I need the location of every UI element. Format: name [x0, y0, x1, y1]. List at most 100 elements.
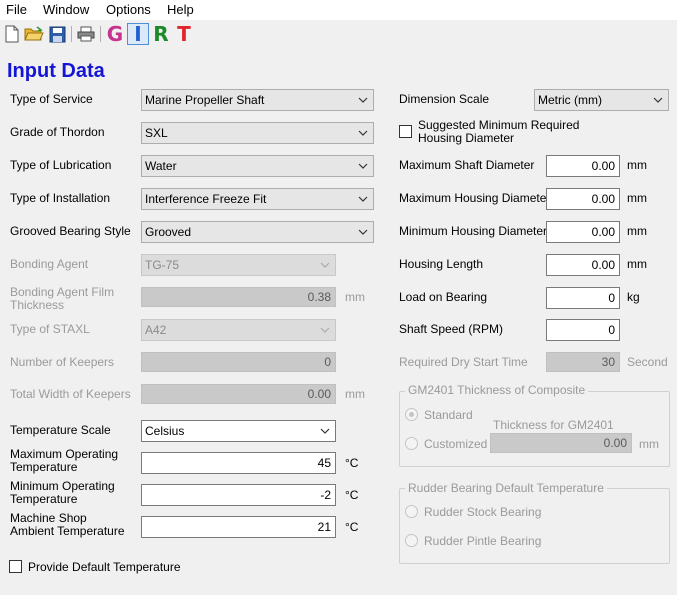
open-folder-icon[interactable]: [23, 23, 45, 45]
rudder-group-title: Rudder Bearing Default Temperature: [405, 482, 607, 495]
chevron-down-icon: [358, 163, 368, 169]
housing-length-label: Housing Length: [399, 257, 484, 271]
type-of-staxl-select: A42: [141, 319, 336, 341]
grade-of-thordon-value: SXL: [145, 126, 168, 140]
bonding-film-label-line2: Thickness: [10, 298, 65, 312]
temperature-scale-value: Celsius: [145, 424, 185, 438]
temperature-scale-label: Temperature Scale: [10, 423, 111, 437]
r-letter: R: [153, 22, 169, 46]
load-on-bearing-input[interactable]: 0: [546, 287, 620, 309]
total-width-keepers-label: Total Width of Keepers: [10, 387, 131, 401]
rudder-stock-label: Rudder Stock Bearing: [424, 505, 542, 519]
chevron-down-icon: [320, 428, 330, 434]
max-operating-temp-input[interactable]: 45: [141, 452, 336, 474]
grade-of-thordon-label: Grade of Thordon: [10, 125, 105, 139]
bonding-film-input: 0.38: [141, 287, 336, 307]
load-on-bearing-unit: kg: [627, 290, 640, 304]
min-housing-diameter-input[interactable]: 0.00: [546, 221, 620, 243]
housing-length-input[interactable]: 0.00: [546, 254, 620, 276]
suggested-min-label-line2: Housing Diameter: [418, 131, 515, 145]
chevron-down-icon: [320, 327, 330, 333]
min-housing-diameter-unit: mm: [627, 224, 647, 238]
min-operating-temp-label-line2: Temperature: [10, 492, 78, 506]
dimension-scale-label: Dimension Scale: [399, 92, 490, 106]
rudder-stock-radio: [405, 505, 418, 518]
min-housing-diameter-label: Minimum Housing Diameter: [399, 224, 548, 238]
type-of-service-value: Marine Propeller Shaft: [145, 93, 265, 107]
grooved-bearing-style-value: Grooved: [145, 225, 192, 239]
temperature-scale-select[interactable]: Celsius: [141, 420, 336, 442]
dimension-scale-value: Metric (mm): [538, 93, 602, 107]
type-of-installation-label: Type of Installation: [10, 191, 111, 205]
i-letter: I: [134, 22, 142, 46]
total-width-keepers-unit: mm: [345, 387, 365, 401]
min-operating-temp-unit: °C: [345, 488, 359, 502]
type-of-staxl-value: A42: [145, 323, 167, 337]
g-tool-icon[interactable]: G: [104, 23, 126, 45]
type-of-lubrication-label: Type of Lubrication: [10, 158, 112, 172]
number-of-keepers-label: Number of Keepers: [10, 355, 115, 369]
new-document-icon[interactable]: [1, 23, 23, 45]
gm2401-thickness-unit: mm: [639, 437, 659, 451]
chevron-down-icon: [358, 229, 368, 235]
i-tool-icon[interactable]: I: [127, 23, 149, 45]
type-of-service-label: Type of Service: [10, 92, 93, 106]
gm2401-customized-radio: [405, 437, 418, 450]
dimension-scale-select[interactable]: Metric (mm): [534, 89, 669, 111]
max-shaft-diameter-input[interactable]: 0.00: [546, 155, 620, 177]
rudder-pintle-radio: [405, 534, 418, 547]
page-title: Input Data: [7, 60, 105, 82]
grade-of-thordon-select[interactable]: SXL: [141, 122, 374, 144]
menu-file[interactable]: File: [6, 2, 27, 17]
chevron-down-icon: [320, 262, 330, 268]
max-operating-temp-unit: °C: [345, 456, 359, 470]
menu-bar: File Window Options Help: [0, 0, 677, 20]
machine-shop-temp-unit: °C: [345, 520, 359, 534]
provide-default-temp-checkbox[interactable]: [9, 560, 22, 573]
max-operating-temp-label-line2: Temperature: [10, 460, 78, 474]
shaft-speed-input[interactable]: 0: [546, 319, 620, 341]
type-of-lubrication-select[interactable]: Water: [141, 155, 374, 177]
chevron-down-icon: [358, 196, 368, 202]
r-tool-icon[interactable]: R: [150, 23, 172, 45]
gm2401-thickness-label: Thickness for GM2401: [493, 418, 614, 432]
total-width-keepers-input: 0.00: [141, 384, 336, 404]
t-tool-icon[interactable]: T: [173, 23, 195, 45]
print-icon[interactable]: [75, 23, 97, 45]
toolbar: G I R T: [0, 20, 677, 48]
grooved-bearing-style-select[interactable]: Grooved: [141, 221, 374, 243]
bonding-film-unit: mm: [345, 290, 365, 304]
bonding-agent-value: TG-75: [145, 258, 180, 272]
min-operating-temp-input[interactable]: -2: [141, 484, 336, 506]
rudder-pintle-label: Rudder Pintle Bearing: [424, 534, 542, 548]
max-housing-diameter-unit: mm: [627, 191, 647, 205]
chevron-down-icon: [358, 130, 368, 136]
gm2401-group-title: GM2401 Thickness of Composite: [405, 384, 589, 397]
load-on-bearing-label: Load on Bearing: [399, 290, 488, 304]
type-of-service-select[interactable]: Marine Propeller Shaft: [141, 89, 374, 111]
max-housing-diameter-input[interactable]: 0.00: [546, 188, 620, 210]
suggested-min-checkbox[interactable]: [399, 125, 412, 138]
dry-start-time-label: Required Dry Start Time: [399, 355, 528, 369]
chevron-down-icon: [653, 97, 663, 103]
toolbar-separator: [71, 26, 72, 42]
max-shaft-diameter-label: Maximum Shaft Diameter: [399, 158, 535, 172]
menu-options[interactable]: Options: [106, 2, 151, 17]
provide-default-temp-label: Provide Default Temperature: [28, 560, 181, 574]
chevron-down-icon: [358, 97, 368, 103]
shaft-speed-label: Shaft Speed (RPM): [399, 322, 504, 336]
type-of-lubrication-value: Water: [145, 159, 177, 173]
gm2401-thickness-input: 0.00: [490, 433, 632, 453]
rudder-group: [399, 488, 670, 564]
gm2401-standard-label: Standard: [424, 408, 473, 422]
menu-help[interactable]: Help: [167, 2, 194, 17]
save-icon[interactable]: [46, 23, 68, 45]
machine-shop-temp-label-line2: Ambient Temperature: [10, 524, 125, 538]
max-shaft-diameter-unit: mm: [627, 158, 647, 172]
menu-window[interactable]: Window: [43, 2, 89, 17]
grooved-bearing-style-label: Grooved Bearing Style: [10, 224, 131, 238]
type-of-installation-select[interactable]: Interference Freeze Fit: [141, 188, 374, 210]
max-housing-diameter-label: Maximum Housing Diameter: [399, 191, 551, 205]
housing-length-unit: mm: [627, 257, 647, 271]
machine-shop-temp-input[interactable]: 21: [141, 516, 336, 538]
